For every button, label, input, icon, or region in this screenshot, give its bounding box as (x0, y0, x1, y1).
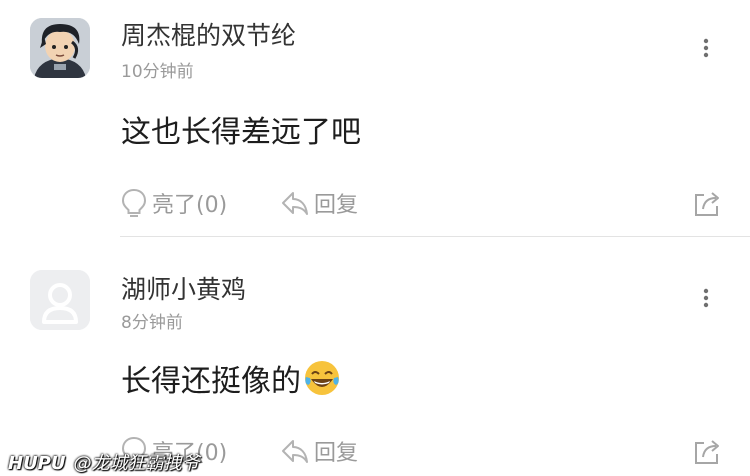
reply-label: 回复 (314, 441, 359, 466)
divider (120, 236, 750, 237)
lightbulb-icon (121, 188, 147, 217)
like-button[interactable]: 亮了(0) (120, 186, 227, 220)
user-avatar[interactable] (30, 18, 90, 78)
timestamp: 8分钟前 (121, 313, 183, 333)
cartoon-avatar-icon (30, 18, 90, 78)
like-label: 亮了(0) (152, 193, 228, 218)
comment-actions: 亮了(0) 回复 (120, 186, 730, 220)
timestamp: 10分钟前 (121, 62, 194, 82)
laughing-tears-emoji-icon (303, 359, 341, 405)
user-avatar[interactable] (30, 270, 90, 330)
comment-item: 周杰棍的双节纶 10分钟前 这也长得差远了吧 亮了(0) 回复 (0, 0, 750, 238)
reply-button[interactable]: 回复 (280, 434, 358, 468)
comment-text-content: 长得还挺像的 (121, 364, 301, 399)
username[interactable]: 周杰棍的双节纶 (121, 16, 296, 52)
share-icon (695, 192, 719, 216)
watermark-handle: @龙城狂霸拽爷 (73, 453, 200, 474)
username[interactable]: 湖师小黄鸡 (121, 270, 246, 306)
watermark-brand: HUPU (8, 453, 66, 474)
watermark: HUPU @龙城狂霸拽爷 (8, 449, 200, 475)
comment-text: 长得还挺像的 (121, 356, 341, 405)
comment-item: 湖师小黄鸡 8分钟前 长得还挺像的 亮了(0) 回复 (0, 238, 750, 476)
more-vertical-icon[interactable] (694, 286, 718, 310)
default-user-avatar-icon (30, 270, 90, 330)
reply-arrow-icon (282, 192, 308, 215)
more-vertical-icon[interactable] (694, 36, 718, 60)
reply-button[interactable]: 回复 (280, 186, 358, 220)
reply-label: 回复 (314, 193, 359, 218)
share-button[interactable] (692, 186, 726, 220)
share-icon (695, 440, 719, 464)
comment-text: 这也长得差远了吧 (121, 115, 361, 150)
reply-arrow-icon (282, 440, 308, 463)
comment-actions: 亮了(0) 回复 (120, 434, 730, 468)
share-button[interactable] (692, 434, 726, 468)
